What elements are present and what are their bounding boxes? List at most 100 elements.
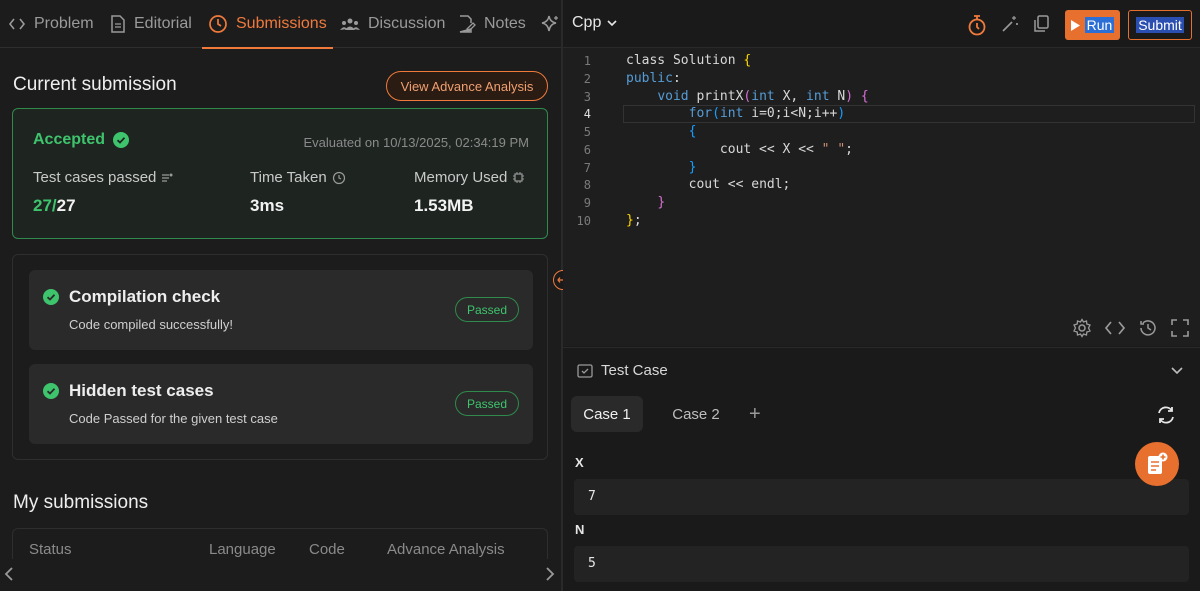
test-cases-text: Test cases passed	[33, 169, 157, 186]
add-case-button[interactable]: +	[749, 403, 761, 426]
submit-label: Submit	[1136, 17, 1184, 33]
test-case-panel: Test Case Case 1 Case 2 + X 7 N 5	[563, 347, 1200, 591]
language-selector[interactable]: Cpp	[572, 14, 617, 32]
collapse-chevron-icon[interactable]	[1171, 367, 1183, 375]
magic-wand-icon[interactable]	[1001, 15, 1019, 33]
checks-container: Compilation check Code compiled successf…	[12, 254, 548, 460]
list-icon	[162, 173, 173, 182]
editor-toolbar: Cpp Run Submit	[563, 0, 1200, 48]
run-label: Run	[1084, 17, 1115, 33]
check-title: Hidden test cases	[69, 381, 214, 400]
check-subtitle: Code Passed for the given test case	[69, 411, 278, 426]
column-status: Status	[29, 541, 72, 558]
history-icon[interactable]	[1138, 318, 1158, 338]
column-advance-analysis: Advance Analysis	[387, 541, 505, 558]
language-label: Cpp	[572, 14, 602, 31]
compilation-check-card: Compilation check Code compiled successf…	[29, 270, 533, 350]
code-line: cout << X << " ";	[719, 142, 853, 157]
line-number: 1	[583, 54, 591, 68]
code-editor[interactable]: 1 2 3 4 5 6 7 8 9 10 class Solution {pub…	[563, 48, 1200, 346]
status-badge: Passed	[455, 391, 519, 416]
tab-problem[interactable]: Problem	[8, 0, 94, 48]
code-line: {	[688, 124, 697, 139]
tab-submissions-label: Submissions	[236, 15, 327, 32]
var-value-x: 7	[588, 489, 596, 504]
chevron-right-icon[interactable]	[545, 567, 555, 581]
editor-tools	[1072, 318, 1190, 338]
checkbox-icon	[577, 363, 593, 378]
submission-result-card: Accepted Evaluated on 10/13/2025, 02:34:…	[12, 108, 548, 239]
horizontal-scrollbar[interactable]	[0, 559, 562, 591]
code-line: class Solution {	[626, 53, 752, 68]
chevron-left-icon[interactable]	[4, 567, 14, 581]
tab-ai[interactable]	[540, 0, 560, 48]
tab-discussion-label: Discussion	[368, 15, 446, 32]
status-badge: Passed	[455, 297, 519, 322]
copy-icon[interactable]	[1033, 15, 1050, 33]
clock-icon	[209, 15, 227, 33]
column-code: Code	[309, 541, 345, 558]
fullscreen-icon[interactable]	[1170, 318, 1190, 338]
memory-used-label: Memory Used	[414, 169, 525, 186]
line-number: 5	[583, 125, 591, 139]
chevron-down-icon	[607, 19, 617, 26]
notes-fab-icon	[1148, 452, 1168, 474]
people-icon	[340, 18, 360, 30]
var-label-n: N	[575, 522, 585, 537]
chip-icon	[513, 172, 525, 183]
time-taken-text: Time Taken	[250, 169, 327, 186]
view-advance-analysis-button[interactable]: View Advance Analysis	[386, 71, 548, 101]
timer-icon[interactable]	[967, 14, 987, 36]
line-number: 2	[583, 72, 591, 86]
check-circle-icon	[113, 132, 130, 148]
submit-button[interactable]: Submit	[1128, 10, 1192, 40]
var-label-x: X	[575, 455, 584, 470]
accepted-status: Accepted	[33, 131, 130, 149]
hidden-tests-card: Hidden test cases Code Passed for the gi…	[29, 364, 533, 444]
tab-notes[interactable]: Notes	[458, 0, 526, 48]
clock-small-icon	[332, 171, 345, 184]
line-number: 9	[583, 196, 591, 210]
accepted-label: Accepted	[33, 131, 106, 148]
tab-discussion[interactable]: Discussion	[340, 0, 445, 48]
test-cases-passed: 27/	[33, 196, 57, 215]
my-submissions-title: My submissions	[13, 492, 149, 513]
test-cases-value: 27/27	[33, 196, 76, 216]
code-line: for(int i=0;i<N;i++)	[688, 106, 846, 121]
check-circle-icon	[43, 383, 59, 399]
var-input-n[interactable]: 5	[574, 546, 1189, 582]
code-icon[interactable]	[1104, 318, 1126, 338]
tab-submissions[interactable]: Submissions	[202, 0, 333, 49]
time-taken-value: 3ms	[250, 196, 285, 215]
test-case-header: Test Case	[577, 362, 668, 379]
tab-editorial[interactable]: Editorial	[110, 0, 192, 48]
tab-editorial-label: Editorial	[134, 15, 192, 32]
tab-notes-label: Notes	[484, 15, 526, 32]
check-circle-icon	[43, 289, 59, 305]
test-cases-total: 27	[56, 196, 76, 215]
gear-icon[interactable]	[1072, 318, 1092, 338]
run-button[interactable]: Run	[1065, 10, 1120, 40]
check-title: Compilation check	[69, 287, 221, 306]
tab-bar: Problem Editorial Submissions Discussion…	[0, 0, 562, 49]
tab-case-2[interactable]: Case 2	[663, 396, 729, 432]
time-taken-label: Time Taken	[250, 169, 346, 186]
code-line: }	[657, 195, 666, 210]
line-number: 8	[583, 178, 591, 192]
notes-fab-button[interactable]	[1135, 442, 1179, 486]
document-icon	[111, 15, 125, 33]
test-cases-label: Test cases passed	[33, 169, 173, 186]
left-panel: Problem Editorial Submissions Discussion…	[0, 0, 562, 591]
tab-case-1[interactable]: Case 1	[571, 396, 643, 432]
sparkle-icon	[541, 15, 558, 32]
line-number: 10	[576, 214, 591, 228]
var-value-n: 5	[588, 556, 596, 571]
code-line: cout << endl;	[688, 177, 791, 192]
code-line: void printX(int X, int N) {	[657, 89, 869, 104]
test-case-title: Test Case	[601, 362, 668, 379]
refresh-icon[interactable]	[1155, 404, 1177, 426]
line-number: 6	[583, 143, 591, 157]
var-input-x[interactable]: 7	[574, 479, 1189, 515]
code-brackets-icon	[8, 18, 26, 30]
code-line: };	[626, 213, 642, 228]
